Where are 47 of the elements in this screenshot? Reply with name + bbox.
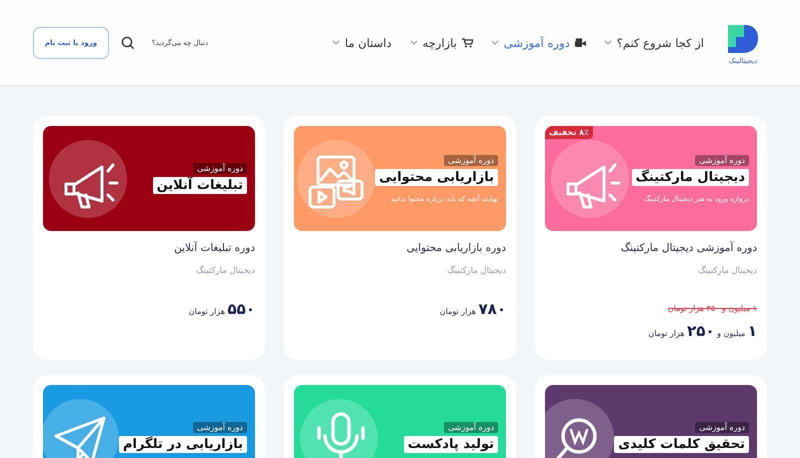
course-card[interactable]: دوره آموزشی تولید پادکست [284,375,516,458]
course-title[interactable]: دوره بازاریابی محتوایی [294,242,506,254]
course-category: دیجیتال مارکتینگ [697,266,757,276]
chevron-down-icon [604,40,612,45]
nav-link[interactable]: از کجا شروع کنم؟ [604,36,704,50]
banner-tag: دوره آموزشی [695,422,749,433]
course-price: ۷۸۰ هزار تومان [440,299,506,320]
banner-headline: تولید پادکست [404,436,498,453]
cart-icon [462,38,473,48]
chevron-down-icon [332,40,340,45]
banner-headline: تحقیق کلمات کلیدی [614,436,749,453]
course-banner[interactable]: دوره آموزشی تحقیق کلمات کلیدی [545,385,757,458]
course-price: ۵۵۰ هزار تومان [188,299,255,320]
paper-plane-icon [54,416,106,458]
banner-headline: بازاریابی در تلگرام [118,436,247,453]
banner-headline: تبلیغات آنلاین [152,177,247,194]
course-banner[interactable]: دوره آموزشی بازاریابی در تلگرام [43,385,255,458]
microphone-icon [317,412,365,458]
banner-tag: دوره آموزشی [695,154,749,166]
old-price: ۱ میلیون و ۳۵۰ هزار تومان [668,303,757,315]
course-banner[interactable]: دوره آموزشی تولید پادکست [294,385,506,458]
banner-headline: دیجیتال مارکتینگ [632,168,749,186]
course-category: دیجیتال مارکتینگ [195,266,255,276]
banner-tag: دوره آموزشی [444,422,498,433]
megaphone-icon [566,163,620,208]
banner-tag: دوره آموزشی [444,154,498,166]
course-banner[interactable]: دوره آموزشی تبلیغات آنلاین [43,126,255,231]
discount-badge: ۸٪ تخفیف [545,126,593,139]
banner-tag: دوره آموزشی [193,163,247,174]
course-card[interactable]: دوره آموزشی تبلیغات آنلاین دوره تبلیغات آنلاین دیجیتال مارکتینگ ۵۵۰ هزار تومان [33,116,265,360]
course-title[interactable]: دوره تبلیغات آنلاین [43,242,255,254]
chevron-down-icon [410,40,418,45]
nav-link[interactable]: بازارچه [410,36,473,50]
course-card[interactable]: دوره آموزشی تحقیق کلمات کلیدی [535,375,767,458]
megaphone-icon [64,163,118,208]
chevron-down-icon [490,40,499,45]
media-icon [308,155,364,208]
course-card[interactable]: دوره آموزشی بازاریابی در تلگرام [33,375,265,458]
course-category: دیجیتال مارکتینگ [446,266,506,276]
search-icon[interactable] [121,36,134,49]
banner-tag: دوره آموزشی [193,422,247,433]
course-title[interactable]: دوره آموزشی دیجیتال مارکتینگ [545,242,757,254]
camera-icon [574,38,586,47]
nav-link[interactable]: داستان ما [332,36,392,50]
course-price: ۱ میلیون و ۲۵۰ هزار تومان [648,321,757,342]
nav-link[interactable]: دوره آموزشی [490,36,586,50]
banner-headline: بازاریابی محتوایی [375,168,498,186]
